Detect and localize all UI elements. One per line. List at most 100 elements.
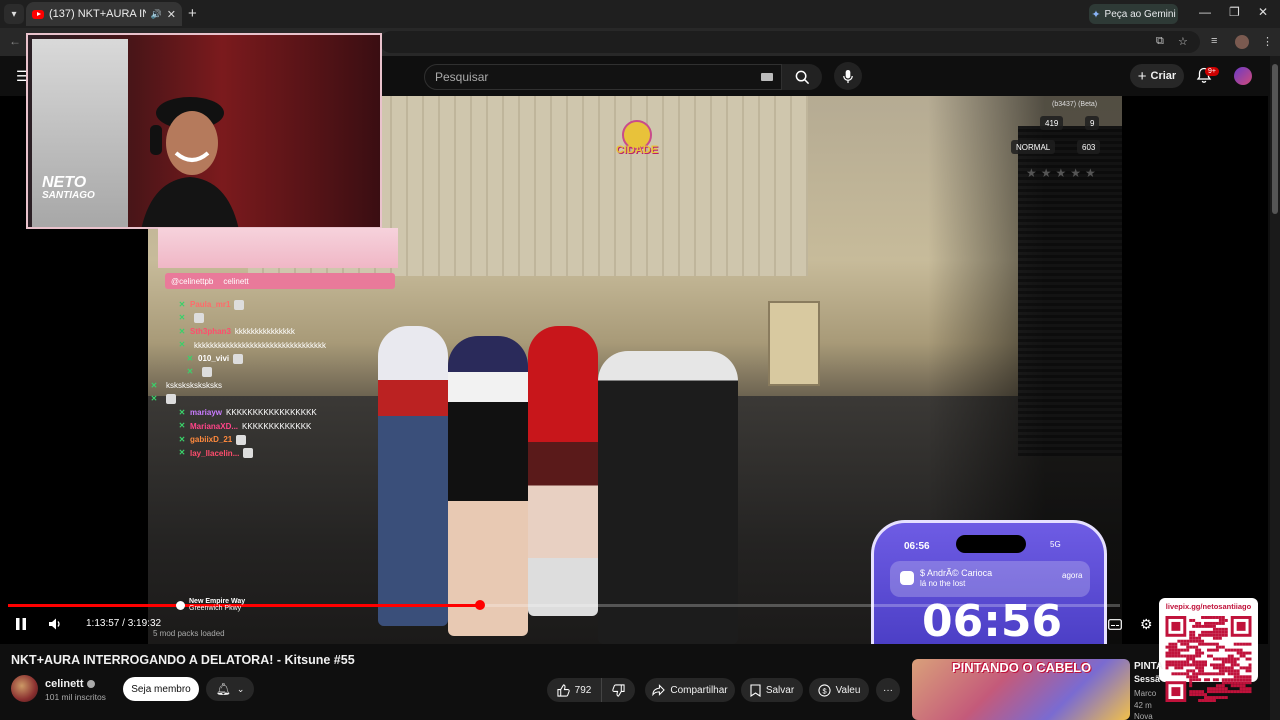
- time-separator: /: [119, 618, 128, 629]
- chat-username: gabiixD_21: [190, 435, 233, 445]
- chat-message: ✕: [150, 312, 390, 326]
- chat-emote-icon: [243, 448, 254, 459]
- chat-badge-icon: ✕: [178, 340, 186, 350]
- share-button[interactable]: Compartilhar: [645, 678, 735, 702]
- chat-message: ✕ 010_vivi: [150, 352, 390, 366]
- bookmark-icon: [750, 683, 761, 697]
- character-black-outfit: [448, 336, 528, 636]
- chat-emote-icon: [166, 394, 176, 405]
- chat-message: ✕ Sth3phan3 kkkkkkkkkkkkkkk: [150, 325, 390, 339]
- settings-gear-icon[interactable]: ⚙: [1140, 616, 1153, 633]
- hud-server: (b3437) (Beta): [1052, 101, 1098, 108]
- media-controls-icon[interactable]: ≡: [1211, 35, 1217, 47]
- chat-message: ✕ kkkkkkkkkkkkkkkkkkkkkkkkkkkkkkkkk: [150, 339, 390, 353]
- social-handles-bar: @celinettpb celinett: [165, 273, 395, 289]
- minimize-button[interactable]: —: [1199, 5, 1211, 19]
- chat-emote-icon: [202, 367, 212, 378]
- keyboard-icon[interactable]: [761, 73, 773, 81]
- tab-title: (137) NKT+AURA INTERROGANDO A DELATORA! …: [49, 8, 146, 20]
- tab-search-button[interactable]: ▾: [4, 4, 24, 24]
- chat-emote-icon: [233, 353, 244, 364]
- like-count: 792: [574, 684, 592, 696]
- character-dark-shirt: [598, 351, 738, 644]
- recommended-channel: Marco: [1134, 689, 1157, 698]
- streamer-brand: NETO SANTIAGO: [42, 175, 95, 201]
- recommended-video-title[interactable]: PINTA: [1134, 661, 1164, 672]
- speaker-icon[interactable]: 🔊: [151, 9, 162, 20]
- install-app-icon[interactable]: ⧉: [1156, 35, 1164, 48]
- voice-search-button[interactable]: [834, 62, 862, 90]
- account-avatar[interactable]: [1234, 67, 1252, 85]
- progress-scrubber[interactable]: [475, 600, 485, 610]
- hud-count-c: 603: [1077, 140, 1101, 154]
- chat-text: KKKKKKKKKKKKKKKKK: [226, 408, 317, 418]
- gemini-button[interactable]: ✦ Peça ao Gemini: [1089, 4, 1178, 24]
- more-actions-button[interactable]: ···: [876, 678, 900, 702]
- recommended-title-line2[interactable]: Sessã: [1134, 674, 1162, 684]
- join-label: Seja membro: [131, 683, 191, 695]
- chat-badge-icon: ✕: [150, 380, 158, 390]
- search-input[interactable]: Pesquisar: [424, 64, 782, 90]
- thanks-button[interactable]: $ Valeu: [809, 678, 869, 702]
- browser-menu-icon[interactable]: ⋮: [1262, 35, 1273, 48]
- character-red-hair: [528, 326, 598, 616]
- recommended-video-thumbnail[interactable]: PINTANDO O CABELO: [912, 659, 1130, 720]
- social-handle-2: celinett: [223, 276, 249, 286]
- save-button[interactable]: Salvar: [741, 678, 803, 702]
- join-membership-button[interactable]: Seja membro: [123, 677, 199, 701]
- browser-tab-strip: ▾ (137) NKT+AURA INTERROGANDO A DELATORA…: [0, 0, 1280, 28]
- back-arrow-icon[interactable]: ←: [9, 34, 21, 48]
- notification-body: lá no the lost: [920, 579, 966, 588]
- hud-count-b-value: 9: [1090, 118, 1095, 128]
- create-button[interactable]: + Criar: [1130, 64, 1184, 88]
- chat-text: kkkkkkkkkkkkkkk: [234, 327, 295, 337]
- browser-tab-active[interactable]: (137) NKT+AURA INTERROGANDO A DELATORA! …: [26, 2, 182, 26]
- channel-name-row[interactable]: celinett: [45, 678, 95, 690]
- volume-icon[interactable]: [48, 617, 62, 631]
- social-handle-1: @celinettpb: [171, 276, 214, 286]
- gemini-sparkle-icon: ✦: [1091, 8, 1101, 21]
- chat-username: Sth3phan3: [190, 327, 231, 337]
- phone-overlay: 06:56 5G $ AndrÃ© Carioca lá no the lost…: [871, 520, 1107, 644]
- subtitles-icon[interactable]: [1108, 619, 1122, 630]
- server-logo: CIDADE: [606, 114, 668, 162]
- dislike-button[interactable]: [601, 678, 635, 702]
- video-title: NKT+AURA INTERROGANDO A DELATORA! - Kits…: [11, 653, 355, 667]
- notification-bell-button[interactable]: 🔔︎ ⌄: [206, 677, 254, 701]
- new-tab-button[interactable]: +: [188, 5, 197, 22]
- more-dots-icon: ···: [883, 684, 893, 696]
- chat-message: ✕: [150, 366, 390, 380]
- profile-avatar[interactable]: [1235, 35, 1249, 49]
- save-label: Salvar: [765, 684, 795, 696]
- notification-time: agora: [1062, 571, 1083, 580]
- verified-badge-icon: [86, 680, 95, 689]
- close-window-button[interactable]: ✕: [1258, 5, 1268, 19]
- game-characters: [358, 326, 778, 644]
- hud-mode-label: NORMAL: [1016, 142, 1051, 152]
- share-arrow-icon: [652, 684, 666, 696]
- overlay-pink-frame: [158, 228, 398, 268]
- chat-message: ✕ lay_llacelin...: [150, 447, 390, 461]
- time-total: 3:19:32: [127, 618, 162, 629]
- streamer-webcam: NETO SANTIAGO: [26, 33, 382, 229]
- page-scrollbar[interactable]: [1270, 56, 1280, 720]
- chat-badge-icon: ✕: [186, 353, 194, 363]
- pause-icon[interactable]: [14, 617, 28, 631]
- subscriber-count: 101 mil inscritos: [45, 692, 106, 702]
- maximize-button[interactable]: ❐: [1229, 5, 1240, 19]
- like-button[interactable]: 792: [547, 678, 601, 702]
- chat-badge-icon: ✕: [178, 313, 186, 323]
- phone-notification: $ AndrÃ© Carioca lá no the lost agora: [890, 561, 1090, 597]
- close-tab-icon[interactable]: ✕: [167, 8, 176, 21]
- channel-avatar[interactable]: [11, 675, 38, 702]
- livepix-url: livepix.gg/netosantiiago: [1165, 602, 1252, 611]
- hud-count-a-value: 419: [1045, 118, 1059, 128]
- channel-name[interactable]: celinett: [45, 678, 84, 690]
- chat-username: 010_vivi: [198, 354, 230, 364]
- chat-message: ✕ Paula_mr1: [150, 298, 390, 312]
- search-button[interactable]: [782, 64, 822, 90]
- bookmark-star-icon[interactable]: ☆: [1178, 35, 1188, 48]
- address-bar[interactable]: [380, 31, 1200, 53]
- scrollbar-thumb[interactable]: [1272, 64, 1278, 214]
- mods-loaded-text: 5 mod packs loaded: [153, 629, 225, 638]
